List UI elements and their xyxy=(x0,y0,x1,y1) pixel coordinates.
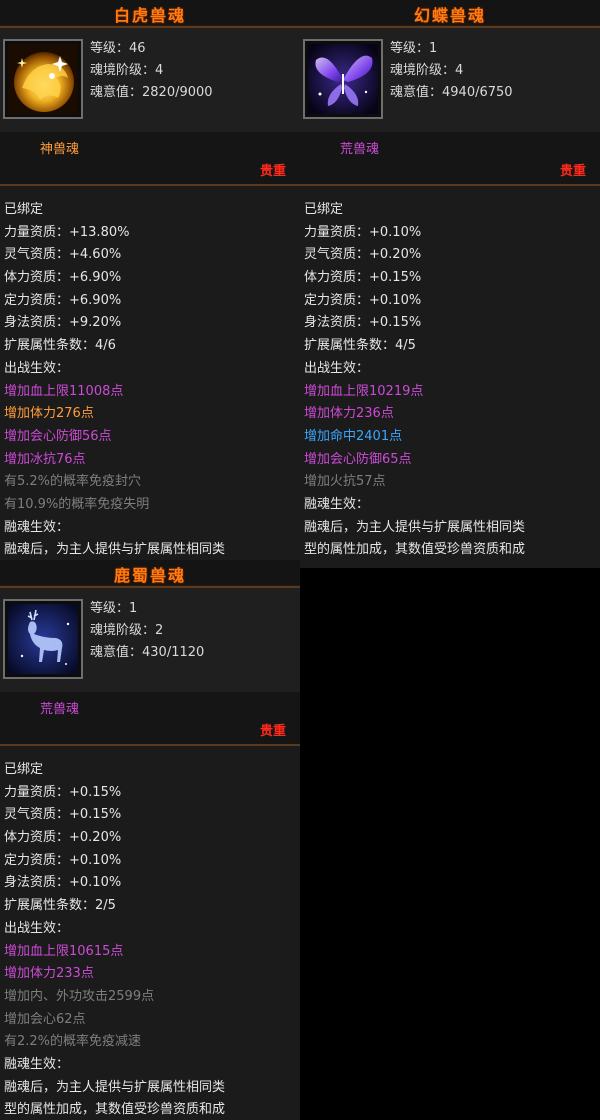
beast-soul-card-phantom-butterfly: 幻蝶兽魂 等级：1 魂境阶级：4 魂意值：4940/6750 荒兽魂 贵重 已绑… xyxy=(300,0,600,568)
description-line: 融魂后，为主人提供与扩展属性相同类 xyxy=(304,519,526,535)
attribute-line: 灵气资质：+0.15% xyxy=(4,807,122,823)
card-title-bar: 鹿蜀兽魂 xyxy=(0,560,300,588)
card-header: 等级：1 魂境阶级：4 魂意值：4940/6750 xyxy=(300,28,600,134)
card-title: 白虎兽魂 xyxy=(113,6,186,25)
description-line: 型的属性加成，其数值受珍兽资质和成 xyxy=(304,542,526,558)
deer-icon-art xyxy=(8,604,78,674)
description-line: 融魂后，为主人提供与扩展属性相同类 xyxy=(4,542,226,558)
butterfly-icon-art xyxy=(308,44,378,114)
bound-status: 已绑定 xyxy=(4,202,44,217)
attribute-line: 身法资质：+0.15% xyxy=(304,315,422,331)
level-label: 等级：46 xyxy=(90,41,146,56)
beast-soul-card-white-tiger: 白虎兽魂 等级：46 魂境阶级：4 魂意值：2820/9000 神兽魂 贵重 已… xyxy=(0,0,300,570)
effect-line: 增加血上限11008点 xyxy=(4,383,124,399)
soul-value-label: 魂意值：4940/6750 xyxy=(390,85,513,100)
soul-value-label: 魂意值：2820/9000 xyxy=(90,85,213,100)
realm-label: 魂境阶级：4 xyxy=(390,63,464,78)
effect-line: 增加体力276点 xyxy=(4,406,94,422)
attribute-line: 定力资质：+0.10% xyxy=(4,852,122,868)
section-heading: 出战生效： xyxy=(4,920,70,936)
extension-count: 扩展属性条数：2/5 xyxy=(4,898,116,914)
attribute-line: 力量资质：+0.10% xyxy=(304,224,422,240)
effect-line: 有2.2%的概率免疫减速 xyxy=(4,1034,142,1050)
soul-type-label: 荒兽魂 xyxy=(40,702,80,717)
beast-soul-card-deer: 鹿蜀兽魂 等级：1 魂境阶级：2 魂意值：430/1120 荒兽魂 贵重 已绑定… xyxy=(0,560,300,1120)
attribute-list: 已绑定 力量资质：+0.15% 灵气资质：+0.15% 体力资质：+0.20% … xyxy=(4,759,300,1120)
card-title: 鹿蜀兽魂 xyxy=(113,566,186,585)
attribute-line: 力量资质：+13.80% xyxy=(4,224,130,240)
description-line: 融魂后，为主人提供与扩展属性相同类 xyxy=(4,1079,226,1095)
effect-line: 有10.9%的概率免疫失明 xyxy=(4,496,150,512)
bound-status: 已绑定 xyxy=(4,762,44,777)
golden-tiger-icon[interactable] xyxy=(3,39,83,119)
card-header: 等级：1 魂境阶级：2 魂意值：430/1120 xyxy=(0,588,300,694)
effect-line: 增加血上限10615点 xyxy=(4,943,124,959)
description-line: 型的属性加成，其数值受珍兽资质和成 xyxy=(4,1102,226,1118)
card-title: 幻蝶兽魂 xyxy=(413,6,486,25)
section-heading: 融魂生效： xyxy=(304,496,370,512)
attribute-line: 体力资质：+0.15% xyxy=(304,270,422,286)
effect-line: 增加会心防御65点 xyxy=(304,451,412,467)
attribute-line: 灵气资质：+0.20% xyxy=(304,247,422,263)
effect-line: 增加内、外功攻击2599点 xyxy=(4,988,155,1004)
extension-count: 扩展属性条数：4/5 xyxy=(304,338,416,354)
level-label: 等级：1 xyxy=(390,41,438,56)
attribute-line: 定力资质：+6.90% xyxy=(4,292,122,308)
effect-line: 增加冰抗76点 xyxy=(4,451,86,467)
effect-line: 增加血上限10219点 xyxy=(304,383,424,399)
soul-type-label: 荒兽魂 xyxy=(340,142,380,157)
section-heading: 融魂生效： xyxy=(4,1056,70,1072)
effect-line: 增加体力233点 xyxy=(4,966,94,982)
rarity-label: 贵重 xyxy=(259,724,286,739)
attribute-list: 已绑定 力量资质：+13.80% 灵气资质：+4.60% 体力资质：+6.90%… xyxy=(4,199,300,562)
attribute-line: 身法资质：+0.10% xyxy=(4,875,122,891)
realm-label: 魂境阶级：2 xyxy=(90,623,164,638)
rarity-label: 贵重 xyxy=(259,164,286,179)
soul-type-band: 神兽魂 贵重 xyxy=(0,132,300,186)
attribute-line: 身法资质：+9.20% xyxy=(4,315,122,331)
attribute-line: 定力资质：+0.10% xyxy=(304,292,422,308)
butterfly-icon[interactable] xyxy=(303,39,383,119)
card-title-bar: 白虎兽魂 xyxy=(0,0,300,28)
realm-label: 魂境阶级：4 xyxy=(90,63,164,78)
effect-line: 增加体力236点 xyxy=(304,406,394,422)
effect-line: 增加命中2401点 xyxy=(304,428,403,444)
golden-tiger-icon-art xyxy=(8,44,78,114)
soul-value-label: 魂意值：430/1120 xyxy=(90,645,205,660)
soul-type-band: 荒兽魂 贵重 xyxy=(0,692,300,746)
attribute-line: 灵气资质：+4.60% xyxy=(4,247,122,263)
extension-count: 扩展属性条数：4/6 xyxy=(4,338,116,354)
section-heading: 出战生效： xyxy=(304,360,370,376)
effect-line: 有5.2%的概率免疫封穴 xyxy=(4,474,142,490)
level-label: 等级：1 xyxy=(90,601,138,616)
attribute-line: 体力资质：+0.20% xyxy=(4,830,122,846)
section-heading: 出战生效： xyxy=(4,360,70,376)
soul-type-band: 荒兽魂 贵重 xyxy=(300,132,600,186)
deer-icon[interactable] xyxy=(3,599,83,679)
attribute-line: 体力资质：+6.90% xyxy=(4,270,122,286)
card-title-bar: 幻蝶兽魂 xyxy=(300,0,600,28)
effect-line: 增加会心62点 xyxy=(4,1011,86,1027)
bound-status: 已绑定 xyxy=(304,202,344,217)
effect-line: 增加火抗57点 xyxy=(304,474,386,490)
card-header: 等级：46 魂境阶级：4 魂意值：2820/9000 xyxy=(0,28,300,134)
section-heading: 融魂生效： xyxy=(4,519,70,535)
attribute-line: 力量资质：+0.15% xyxy=(4,784,122,800)
soul-type-label: 神兽魂 xyxy=(40,142,80,157)
effect-line: 增加会心防御56点 xyxy=(4,428,112,444)
attribute-list: 已绑定 力量资质：+0.10% 灵气资质：+0.20% 体力资质：+0.15% … xyxy=(304,199,600,562)
rarity-label: 贵重 xyxy=(559,164,586,179)
